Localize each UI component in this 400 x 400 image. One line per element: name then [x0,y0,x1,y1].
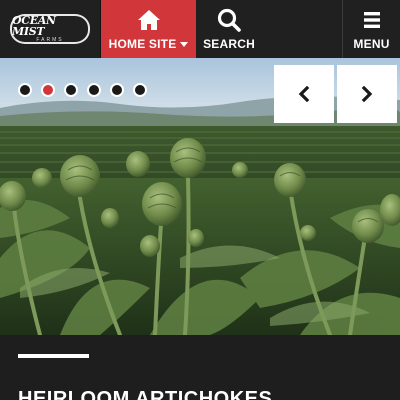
page: OCEAN MIST FARMS HOME SITE SEARCH MENU H… [0,0,400,400]
chevron-right-icon [361,86,373,102]
slider-dot-1[interactable] [18,83,32,97]
logo-text: OCEAN MIST [12,14,56,38]
slider-prev-button[interactable] [274,65,334,123]
content-title: HEIRLOOM ARTICHOKES [18,388,273,400]
slider-next-button[interactable] [337,65,397,123]
menu-label: MENU [353,37,390,51]
chevron-left-icon [298,86,310,102]
slider-dots [18,83,147,97]
slider-dot-3[interactable] [64,83,78,97]
search-icon [217,8,241,32]
title-rule [18,354,89,358]
logo-link[interactable]: OCEAN MIST FARMS [0,0,101,58]
slider-dot-4[interactable] [87,83,101,97]
slider-dot-5[interactable] [110,83,124,97]
hamburger-menu-icon [363,12,380,28]
logo-subtext: FARMS [36,37,64,43]
menu-button[interactable]: MENU [342,0,400,58]
site-header: OCEAN MIST FARMS HOME SITE SEARCH MENU [0,0,400,58]
search-label: SEARCH [203,37,255,51]
header-spacer [262,0,342,58]
caret-down-icon [180,41,189,47]
brand-logo: OCEAN MIST FARMS [10,14,90,44]
home-site-label: HOME SITE [108,37,177,51]
home-site-button[interactable]: HOME SITE [101,0,196,58]
search-button[interactable]: SEARCH [196,0,262,58]
hero-slider [0,58,400,335]
home-icon [137,10,160,30]
content-section: HEIRLOOM ARTICHOKES [0,335,400,400]
slider-dot-6[interactable] [133,83,147,97]
slider-dot-2[interactable] [41,83,55,97]
